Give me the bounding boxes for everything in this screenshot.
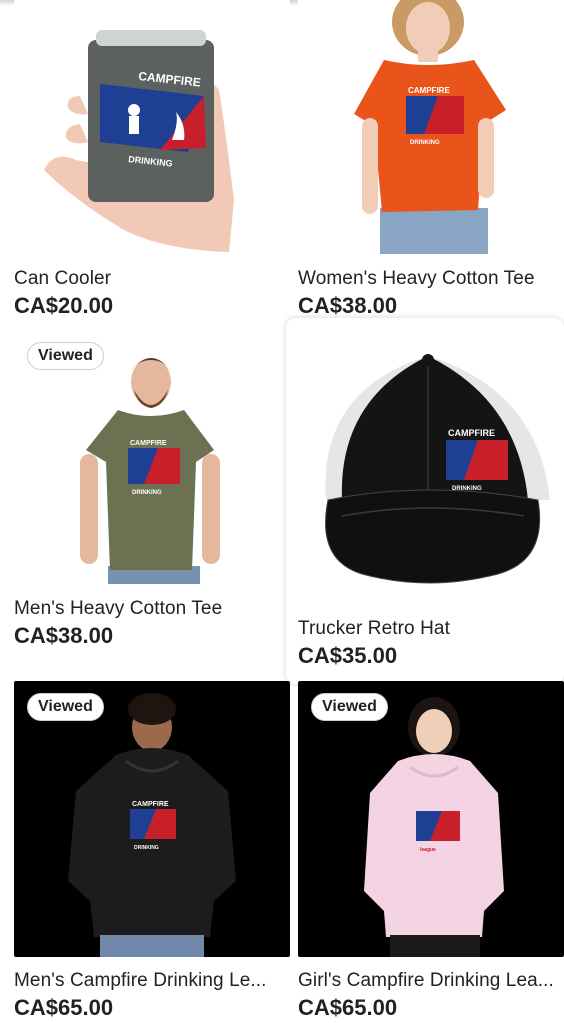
viewed-badge: Viewed [27,342,104,370]
viewed-badge: Viewed [27,693,104,721]
logo-text-top: CAMPFIRE [130,440,167,447]
logo-text-bottom: DRINKING [410,140,440,146]
logo-text-top: CAMPFIRE [448,428,495,438]
product-price: CA$65.00 [298,995,398,1020]
logo-text-script: league [420,847,436,853]
product-price: CA$35.00 [298,643,398,668]
mens-hoodie-image: CAMPFIRE DRINKING [14,681,290,957]
can-cooler-image: CAMPFIRE DRINKING [14,0,290,254]
product-card-womens-tee[interactable]: CAMPFIRE DRINKING Women's Heavy Cotton T… [298,0,564,340]
product-title[interactable]: Trucker Retro Hat [298,618,564,640]
product-title[interactable]: Men's Campfire Drinking Le... [14,970,284,992]
product-title[interactable]: Men's Heavy Cotton Tee [14,598,284,620]
product-card-can-cooler[interactable]: CAMPFIRE DRINKING Can Cooler CA$20.00 [14,0,290,340]
logo-text-top: CAMPFIRE [408,86,450,95]
product-price: CA$65.00 [14,995,114,1020]
product-card-girls-hoodie[interactable]: league Viewed Girl's Campfire Drinking L… [298,681,564,1021]
womens-tee-image: CAMPFIRE DRINKING [298,0,564,254]
product-price: CA$20.00 [14,293,114,318]
logo-text-bottom: DRINKING [132,490,162,496]
product-price: CA$38.00 [14,623,114,648]
product-price: CA$38.00 [298,293,398,318]
logo-text-top: CAMPFIRE [132,801,169,808]
product-title[interactable]: Girl's Campfire Drinking Lea... [298,970,564,992]
product-card-mens-tee[interactable]: CAMPFIRE DRINKING Viewed Men's Heavy Cot… [14,330,290,670]
girls-hoodie-image: league [298,681,564,957]
logo-text-bottom: DRINKING [134,845,159,851]
viewed-badge: Viewed [311,693,388,721]
product-title[interactable]: Women's Heavy Cotton Tee [298,268,564,290]
product-title[interactable]: Can Cooler [14,268,284,290]
trucker-hat-image: CAMPFIRE DRINKING [298,330,564,584]
product-card-trucker-hat[interactable]: CAMPFIRE DRINKING Trucker Retro Hat CA$3… [286,318,564,684]
logo-text-bottom: DRINKING [452,486,482,492]
product-card-mens-hoodie[interactable]: CAMPFIRE DRINKING Viewed Men's Campfire … [14,681,290,1021]
